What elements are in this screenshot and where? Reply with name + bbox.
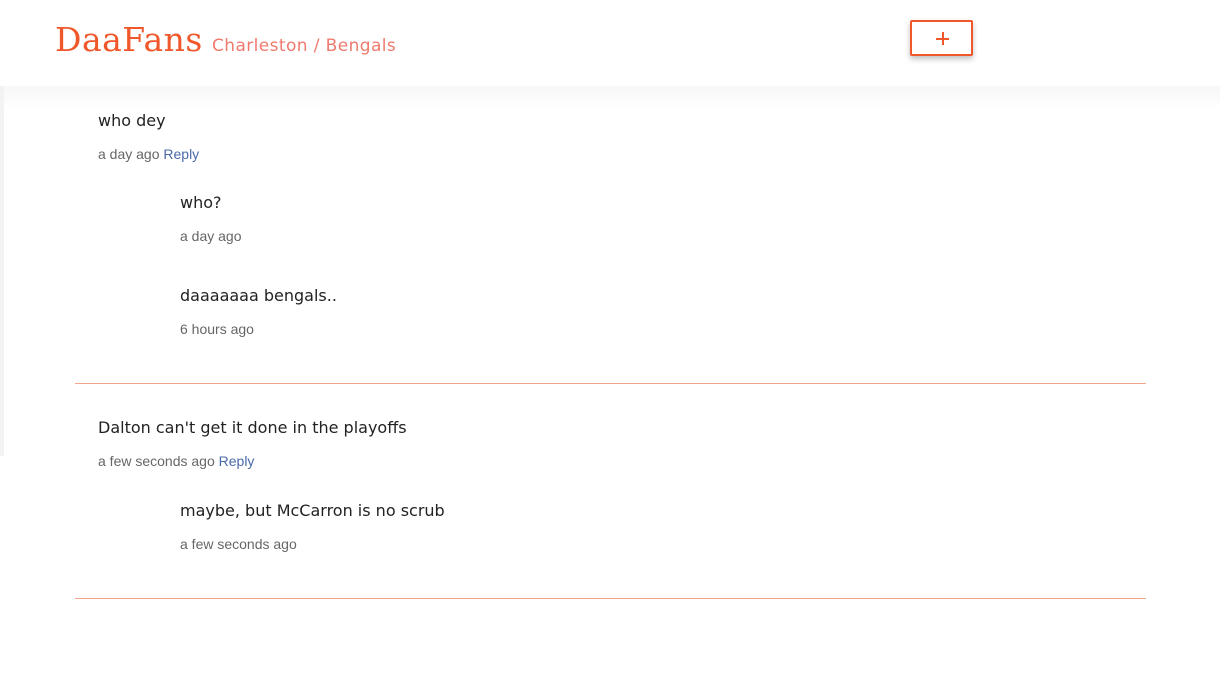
brand-logo[interactable]: DaaFans [55, 18, 203, 62]
reply-timestamp: a few seconds ago [180, 536, 297, 552]
header: DaaFans Charleston / Bengals [0, 0, 1220, 86]
comment-meta: a few seconds ago Reply [98, 452, 254, 470]
page: DaaFans Charleston / Bengals who dey a d… [0, 0, 1220, 682]
reply-timestamp: a day ago [180, 228, 242, 244]
reply-link[interactable]: Reply [219, 453, 255, 469]
header-shadow [0, 86, 1220, 110]
comment-text: Dalton can't get it done in the playoffs [98, 418, 407, 437]
comment-meta: a day ago Reply [98, 145, 199, 163]
add-post-button[interactable] [910, 20, 973, 56]
reply-text: daaaaaaa bengals.. [180, 286, 337, 305]
plus-icon [936, 32, 949, 45]
left-edge-shade [0, 86, 4, 456]
reply-text: maybe, but McCarron is no scrub [180, 501, 445, 520]
comment-timestamp: a few seconds ago [98, 453, 215, 469]
reply-link[interactable]: Reply [163, 146, 199, 162]
comment-text: who dey [98, 111, 166, 130]
reply-timestamp: 6 hours ago [180, 321, 254, 337]
thread-divider [75, 598, 1146, 599]
location-breadcrumb: Charleston / Bengals [212, 36, 397, 56]
reply-text: who? [180, 193, 222, 212]
thread-divider [75, 383, 1146, 384]
comment-timestamp: a day ago [98, 146, 160, 162]
